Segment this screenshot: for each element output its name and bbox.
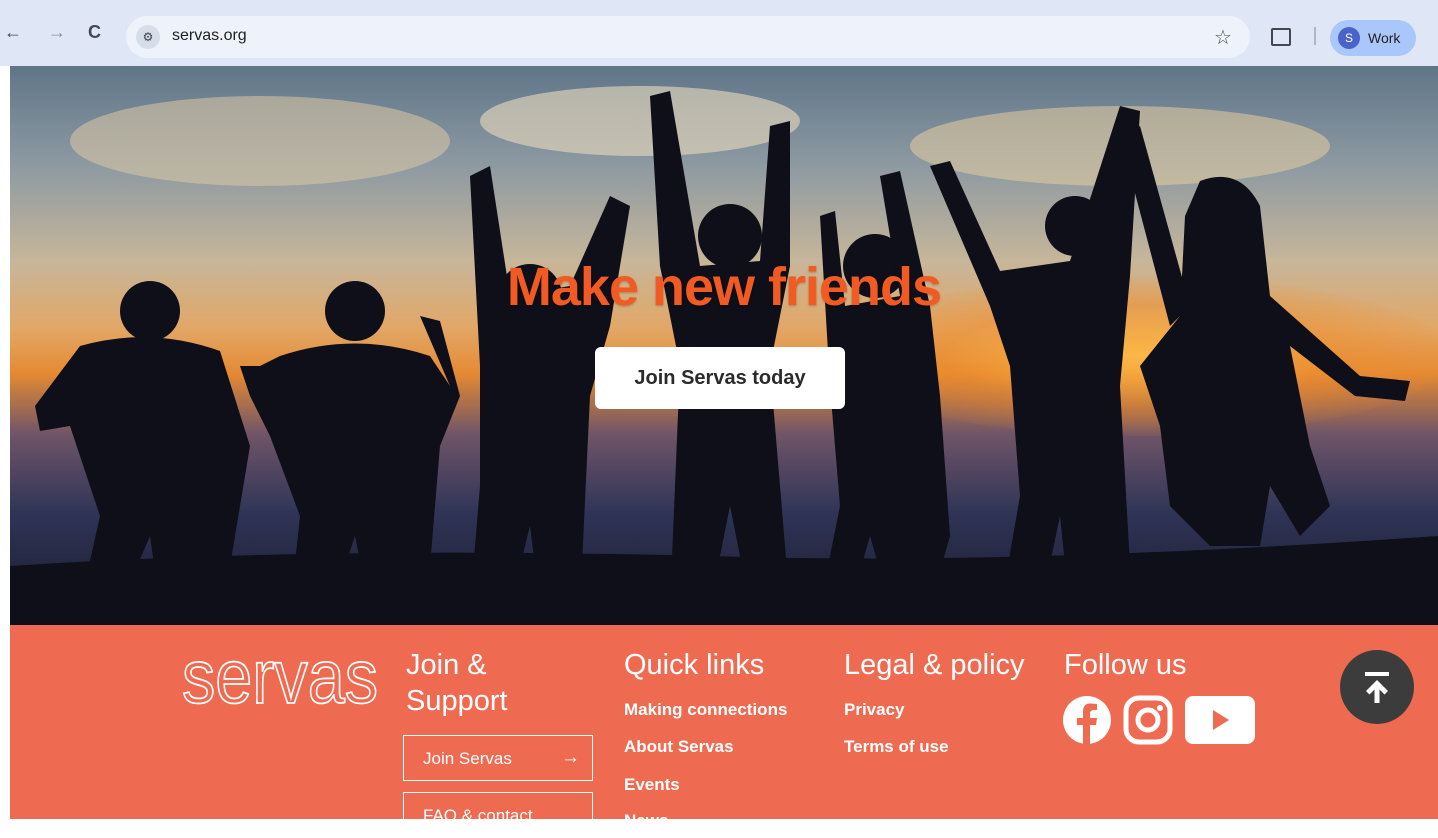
hero-banner: Make new friends Join Servas today bbox=[10, 66, 1438, 625]
browser-toolbar: ← → C ⚙ servas.org ☆ S Work bbox=[0, 0, 1438, 66]
facebook-icon[interactable] bbox=[1062, 695, 1112, 745]
join-support-title: Join & Support bbox=[406, 647, 508, 719]
forward-icon[interactable]: → bbox=[48, 22, 66, 43]
logo-text: servas bbox=[182, 637, 378, 717]
legal-policy-title: Legal & policy bbox=[844, 649, 1025, 681]
hero-headline: Make new friends bbox=[506, 257, 942, 317]
address-bar[interactable]: ⚙ servas.org bbox=[126, 16, 1250, 58]
link-events[interactable]: Events bbox=[624, 775, 680, 795]
profile-button[interactable]: S Work bbox=[1330, 20, 1416, 56]
youtube-icon[interactable] bbox=[1184, 695, 1256, 745]
join-servas-today-button[interactable]: Join Servas today bbox=[595, 347, 845, 409]
servas-logo[interactable]: servas bbox=[182, 637, 382, 717]
tab-search-icon[interactable] bbox=[1271, 28, 1291, 46]
bookmark-star-icon[interactable]: ☆ bbox=[1214, 25, 1232, 50]
link-news[interactable]: News bbox=[624, 811, 668, 831]
back-to-top-button[interactable] bbox=[1340, 650, 1414, 724]
join-servas-label: Join Servas bbox=[423, 749, 512, 768]
arrow-up-icon bbox=[1365, 672, 1389, 703]
url-text[interactable]: servas.org bbox=[172, 27, 247, 45]
faq-contact-label: FAQ & contact bbox=[423, 806, 533, 825]
link-about-servas[interactable]: About Servas bbox=[624, 737, 734, 757]
site-info-icon[interactable]: ⚙ bbox=[136, 25, 160, 49]
arrow-right-icon: → bbox=[561, 747, 580, 768]
reload-icon[interactable]: C bbox=[88, 22, 101, 43]
join-support-title-line2: Support bbox=[406, 685, 508, 717]
people-silhouettes bbox=[10, 91, 1438, 625]
link-terms-of-use[interactable]: Terms of use bbox=[844, 737, 949, 757]
follow-us-title: Follow us bbox=[1064, 649, 1187, 681]
instagram-icon[interactable] bbox=[1123, 695, 1173, 745]
site-footer: servas Join & Support Join Servas → FAQ … bbox=[10, 625, 1438, 838]
join-servas-button[interactable]: Join Servas → bbox=[403, 735, 593, 781]
link-privacy[interactable]: Privacy bbox=[844, 700, 905, 720]
join-support-title-line1: Join & bbox=[406, 649, 487, 681]
quick-links-title: Quick links bbox=[624, 649, 765, 681]
back-icon[interactable]: ← bbox=[4, 22, 22, 43]
avatar: S bbox=[1338, 27, 1360, 49]
toolbar-divider bbox=[1314, 27, 1316, 45]
faq-contact-button[interactable]: FAQ & contact bbox=[403, 792, 593, 838]
profile-label: Work bbox=[1368, 30, 1401, 46]
link-making-connections[interactable]: Making connections bbox=[624, 700, 787, 720]
